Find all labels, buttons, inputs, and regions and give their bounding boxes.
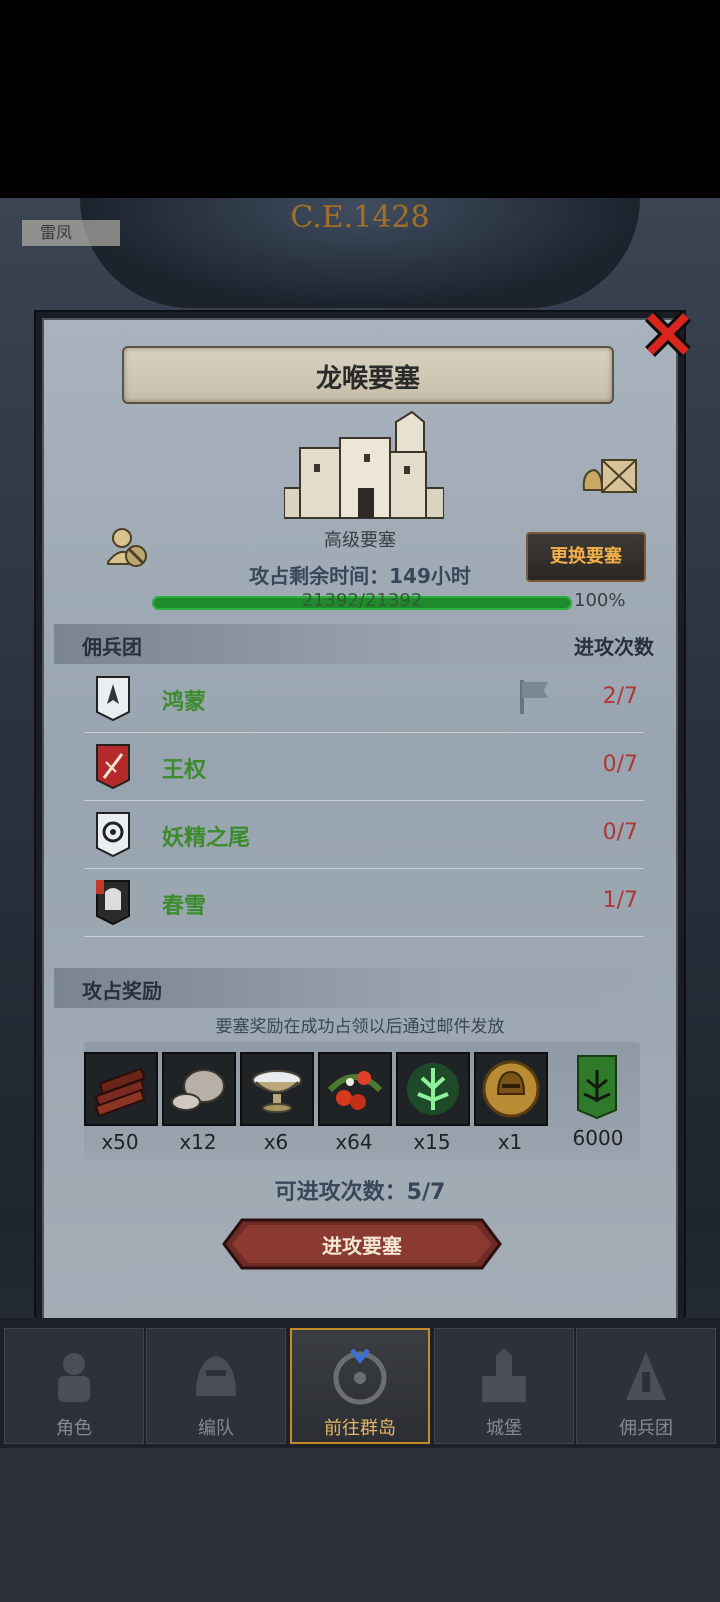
guild-banner-icon (577, 1055, 617, 1120)
mercenary-section-label: 佣兵团 (82, 635, 142, 659)
reward-qty: x15 (413, 1130, 451, 1154)
nav-label: 编队 (198, 1418, 234, 1439)
game-screen: C.E.1428 雷凤 龙喉要塞 高级要塞 攻占剩余时间：149小时 更换要塞 … (0, 0, 720, 1602)
reward-item[interactable]: 6000 (562, 1052, 634, 1150)
wood-icon (94, 1067, 146, 1118)
reward-qty: 6000 (572, 1126, 624, 1150)
green-crystal-icon (407, 1063, 459, 1115)
fortress-hp-percent: 100% (574, 590, 626, 611)
nav-item-mercenary[interactable]: 佣兵团 (576, 1328, 716, 1444)
mercenary-name: 鸿蒙 (162, 690, 207, 715)
nav-label: 佣兵团 (619, 1418, 673, 1439)
bottom-nav: 角色 编队 前往群岛 城堡 佣兵团 (0, 1318, 720, 1448)
fortress-hp-text: 21392/21392 (301, 590, 423, 611)
remaining-attempts: 可进攻次数：5/7 (274, 1180, 446, 1205)
mercenary-name: 王权 (162, 758, 207, 783)
left-tag: 雷凤 (22, 220, 120, 246)
reward-slot (562, 1052, 632, 1122)
attack-count-header: 进攻次数 (574, 635, 654, 659)
character-icon (58, 1353, 90, 1402)
dialog-title: 龙喉要塞 (315, 364, 420, 394)
reward-slot (240, 1052, 314, 1126)
reward-section-header: 攻占奖励 (54, 968, 674, 1008)
chalice-icon (252, 1070, 302, 1113)
fortress-castle-icon (284, 410, 444, 519)
reward-item[interactable]: x1 (474, 1052, 548, 1154)
mercenary-attack-count: 0/7 (602, 752, 638, 777)
reward-qty: x1 (497, 1130, 523, 1154)
crest-white-shield-icon (96, 676, 130, 722)
reward-qty: x12 (179, 1130, 217, 1154)
reward-item[interactable]: x64 (318, 1052, 392, 1154)
castle-icon (482, 1348, 526, 1402)
nav-label: 角色 (56, 1418, 92, 1439)
mercenary-row[interactable]: 妖精之尾 0/7 (84, 800, 644, 869)
nav-item-formation[interactable]: 编队 (146, 1328, 286, 1444)
mercenary-icon (626, 1352, 666, 1400)
berries-icon (327, 1071, 383, 1110)
compass-icon (333, 1348, 387, 1405)
crest-red-sword-icon (96, 744, 130, 790)
mercenary-section-header: 佣兵团 进攻次数 (54, 624, 674, 664)
fortress-dialog: 龙喉要塞 高级要塞 攻占剩余时间：149小时 更换要塞 21392/21392 … (34, 310, 691, 1330)
reward-qty: x6 (263, 1130, 289, 1154)
player-disabled-icon[interactable] (104, 524, 150, 570)
nav-item-character[interactable]: 角色 (4, 1328, 144, 1444)
crest-knight-helmet-icon (96, 880, 130, 926)
reward-item[interactable]: x15 (396, 1052, 470, 1154)
nav-label: 前往群岛 (324, 1418, 396, 1439)
reward-qty: x50 (101, 1130, 139, 1154)
supply-crate-icon[interactable] (580, 448, 642, 498)
dialog-panel: 龙喉要塞 高级要塞 攻占剩余时间：149小时 更换要塞 21392/21392 … (42, 318, 678, 1322)
close-icon[interactable] (638, 304, 698, 364)
reward-qty: x64 (335, 1130, 373, 1154)
reward-list: x50 x12 x6 x64 x15 x1 6000 (84, 1042, 640, 1160)
mercenary-attack-count: 2/7 (602, 684, 638, 709)
reward-item[interactable]: x12 (162, 1052, 236, 1154)
flag-icon (520, 680, 548, 714)
formation-icon (196, 1356, 236, 1396)
attack-fortress-label[interactable]: 进攻要塞 (222, 1230, 502, 1259)
change-fortress-button[interactable]: 更换要塞 (526, 532, 646, 582)
mercenary-attack-count: 1/7 (602, 888, 638, 913)
nav-item-islands[interactable]: 前往群岛 (290, 1328, 430, 1444)
mercenary-attack-count: 0/7 (602, 820, 638, 845)
reward-slot (396, 1052, 470, 1126)
mercenary-name: 春雪 (162, 894, 207, 919)
mercenary-row[interactable]: 王权 0/7 (84, 732, 644, 801)
mercenary-row[interactable]: 春雪 1/7 (84, 868, 644, 937)
reward-slot (162, 1052, 236, 1126)
gold-helmet-medal-icon (482, 1060, 540, 1118)
mercenary-row[interactable]: 鸿蒙 2/7 (84, 664, 644, 733)
reward-slot (318, 1052, 392, 1126)
nav-label: 城堡 (486, 1418, 522, 1439)
reward-item[interactable]: x50 (84, 1052, 158, 1154)
title-plate: 龙喉要塞 (122, 346, 614, 404)
reward-item[interactable]: x6 (240, 1052, 314, 1154)
era-label: C.E.1428 (290, 200, 430, 235)
reward-section-label: 攻占奖励 (82, 979, 162, 1003)
nav-item-castle[interactable]: 城堡 (434, 1328, 574, 1444)
crest-eye-swirl-icon (96, 812, 130, 858)
mercenary-name: 妖精之尾 (162, 826, 251, 851)
ore-icon (171, 1069, 225, 1111)
reward-notice: 要塞奖励在成功占领以后通过邮件发放 (215, 1017, 505, 1037)
reward-slot (84, 1052, 158, 1126)
reward-slot (474, 1052, 548, 1126)
bottom-area (0, 1448, 720, 1602)
